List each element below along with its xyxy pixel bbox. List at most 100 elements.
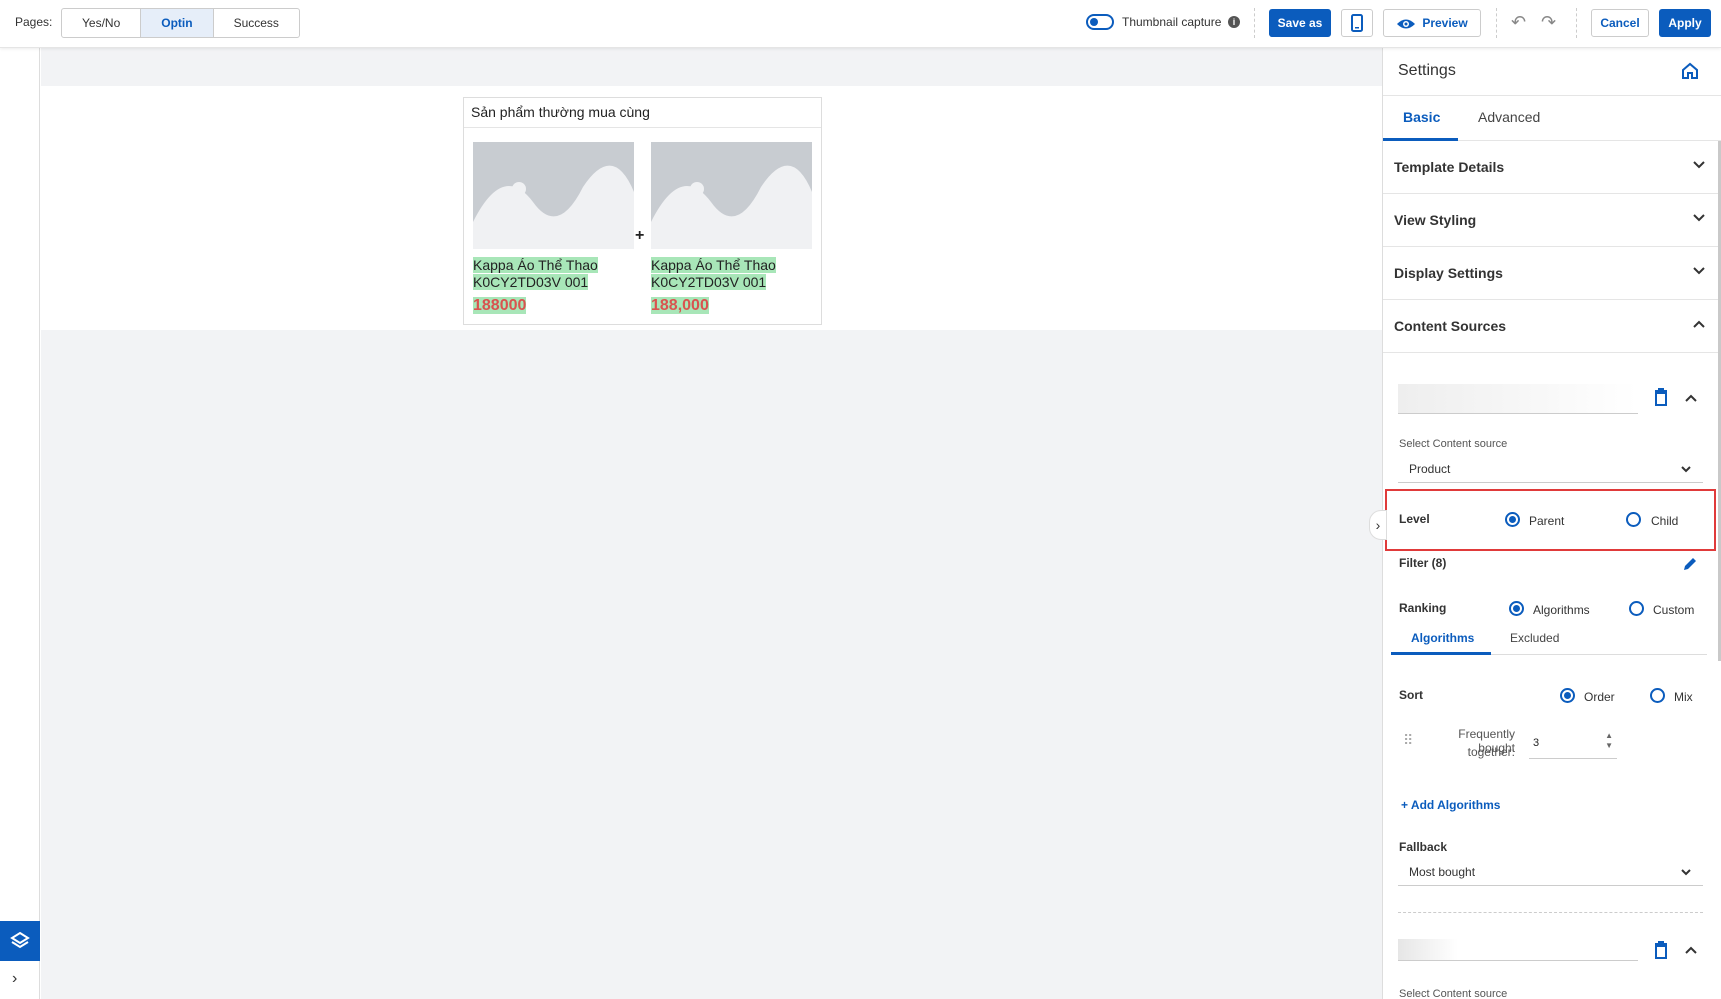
active-subtab-indicator [1391,652,1491,655]
sort-mix-radio[interactable] [1650,688,1665,703]
top-toolbar: Pages: Yes/No Optin Success Thumbnail ca… [0,0,1721,48]
undo-icon[interactable]: ↶ [1511,12,1526,33]
expand-sidebar-icon[interactable]: › [12,970,17,988]
ranking-custom-label: Custom [1653,603,1695,617]
add-algorithms-link[interactable]: + Add Algorithms [1401,798,1500,812]
filter-label: Filter (8) [1399,556,1447,570]
panel-header: Settings [1383,48,1721,96]
chevron-down-icon [1693,161,1705,169]
accordion-template-details[interactable]: Template Details [1383,141,1721,194]
subtab-algorithms[interactable]: Algorithms [1411,631,1474,645]
info-icon[interactable]: i [1228,16,1240,28]
page-tab-success[interactable]: Success [214,9,299,37]
accordion-display-settings[interactable]: Display Settings [1383,247,1721,300]
home-icon[interactable] [1681,62,1699,80]
edit-pencil-icon[interactable] [1682,556,1698,572]
fallback-select[interactable]: Most bought [1398,858,1703,886]
chevron-up-icon [1693,320,1705,328]
algorithm-count-stepper[interactable]: 3 ▲ ▼ [1529,729,1617,759]
product-name-line1: Kappa Áo Thể Thao [473,257,598,273]
drag-handle-icon[interactable]: ⠿ [1403,732,1413,749]
product-name-line2: K0CY2TD03V 001 [473,274,589,290]
page-tab-optin[interactable]: Optin [141,9,214,37]
chevron-up-icon[interactable] [1685,394,1697,402]
layers-icon [10,931,30,949]
fallback-label: Fallback [1399,840,1448,854]
preview-label: Preview [1422,16,1468,30]
level-child-radio[interactable] [1626,512,1641,527]
product-name: Kappa Áo Thể Thao K0CY2TD03V 001 [651,257,812,291]
product-name: Kappa Áo Thể Thao K0CY2TD03V 001 [473,257,634,291]
mobile-view-button[interactable] [1341,9,1373,37]
image-placeholder-icon [651,165,812,249]
tab-advanced[interactable]: Advanced [1478,109,1540,125]
image-placeholder-icon [473,165,634,249]
ranking-custom-radio[interactable] [1629,601,1644,616]
redo-icon[interactable]: ↷ [1541,12,1556,33]
product-name-line1: Kappa Áo Thể Thao [651,257,776,273]
page-tab-yes-no[interactable]: Yes/No [62,9,142,37]
source-divider [1398,912,1703,913]
thumbnail-capture-toggle[interactable] [1086,14,1114,30]
source-name-input[interactable] [1398,384,1638,414]
product-card[interactable]: Kappa Áo Thể Thao K0CY2TD03V 001 188000 [473,142,634,315]
pages-label: Pages: [15,15,53,29]
product-image-placeholder [651,142,812,249]
widget-title: Sản phẩm thường mua cùng [464,98,821,128]
apply-button[interactable]: Apply [1659,9,1711,37]
source-name-input-2[interactable] [1398,939,1638,961]
ranking-label: Ranking [1399,601,1447,615]
sort-order-label: Order [1584,690,1615,704]
sort-label: Sort [1399,688,1423,702]
product-price-value: 188,000 [651,297,709,314]
select-source-label: Select Content source [1399,438,1508,450]
product-price: 188000 [473,297,634,315]
ranking-algorithms-radio[interactable] [1509,601,1524,616]
thumbnail-capture-label: Thumbnail capture [1122,15,1222,29]
accordion-content-sources[interactable]: Content Sources [1383,300,1721,353]
trash-icon[interactable] [1654,941,1668,959]
algorithm-count-value: 3 [1533,737,1540,749]
subtab-excluded[interactable]: Excluded [1510,631,1559,645]
chevron-down-icon [1681,466,1691,473]
chevron-down-icon [1693,267,1705,275]
preview-button[interactable]: Preview [1383,9,1481,37]
tab-basic[interactable]: Basic [1403,109,1440,125]
level-parent-radio[interactable] [1505,512,1520,527]
ranking-algorithms-label: Algorithms [1533,603,1590,617]
sort-order-radio[interactable] [1560,688,1575,703]
product-price: 188,000 [651,297,812,315]
level-parent-label: Parent [1529,514,1565,528]
plus-separator: + [635,227,645,244]
accordion-label: Template Details [1394,159,1505,175]
panel-title: Settings [1398,62,1456,79]
content-source-value: Product [1409,462,1451,476]
chevron-up-icon[interactable] [1685,946,1697,954]
collapse-panel-handle[interactable]: › [1369,510,1387,540]
product-card[interactable]: Kappa Áo Thể Thao K0CY2TD03V 001 188,000 [651,142,812,315]
settings-tabs: Basic Advanced [1383,96,1721,141]
stepper-arrows-icon[interactable]: ▲ ▼ [1605,731,1613,751]
accordion-view-styling[interactable]: View Styling [1383,194,1721,247]
sort-mix-label: Mix [1674,690,1693,704]
product-price-value: 188000 [473,297,527,314]
algorithm-subtabs: Algorithms Excluded [1391,625,1707,655]
chevron-down-icon [1681,869,1691,876]
left-sidebar: › [0,48,40,999]
content-source-select[interactable]: Product [1398,455,1703,483]
cancel-button[interactable]: Cancel [1591,9,1649,37]
toolbar-divider [1496,8,1497,38]
select-source-label-2: Select Content source [1399,988,1508,999]
recommendation-widget[interactable]: Sản phẩm thường mua cùng Kappa Áo Thể Th… [463,97,822,325]
product-image-placeholder [473,142,634,249]
toolbar-divider [1576,8,1577,38]
editor-canvas: Sản phẩm thường mua cùng Kappa Áo Thể Th… [41,48,1382,999]
pages-segmented-control: Yes/No Optin Success [61,8,300,38]
accordion-label: Display Settings [1394,265,1503,281]
chevron-down-icon [1693,214,1705,222]
layers-button[interactable] [0,921,40,961]
save-as-button[interactable]: Save as [1269,9,1331,37]
trash-icon[interactable] [1654,388,1668,406]
eye-icon [1397,19,1416,29]
fallback-value: Most bought [1409,865,1476,879]
